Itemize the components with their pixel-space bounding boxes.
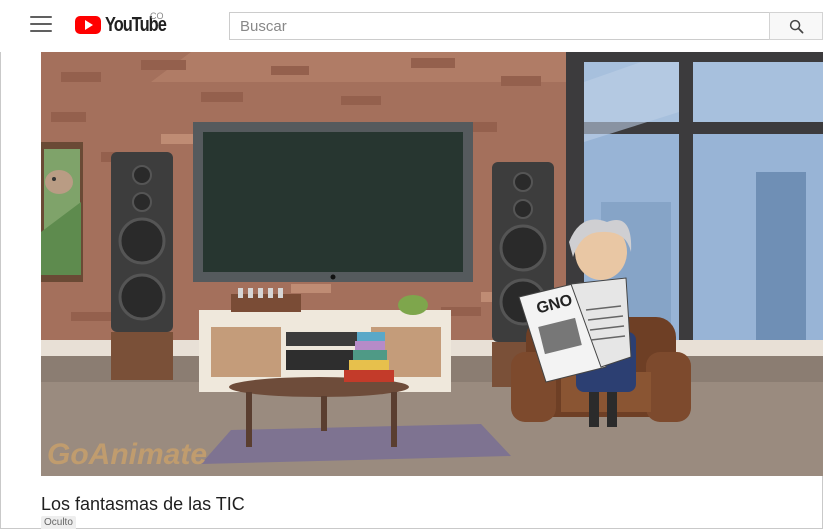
video-player[interactable]: GNO GoAnimate [41,52,823,476]
masthead: YouTube CO [0,0,823,52]
video-title: Los fantasmas de las TIC [41,494,245,514]
search-box[interactable] [229,12,769,40]
goanimate-watermark: GoAnimate [47,438,207,471]
search-button[interactable] [769,12,823,40]
play-logo-icon [75,16,101,34]
video-frame: GNO GoAnimate [41,52,823,476]
status-badge: Oculto [41,516,76,529]
hamburger-menu-icon[interactable] [30,16,52,34]
search-input[interactable] [230,13,769,39]
logo-country-code: CO [150,11,164,21]
search-icon [789,19,803,33]
logo-text: YouTube [105,13,167,36]
youtube-logo[interactable]: YouTube CO [75,11,167,37]
